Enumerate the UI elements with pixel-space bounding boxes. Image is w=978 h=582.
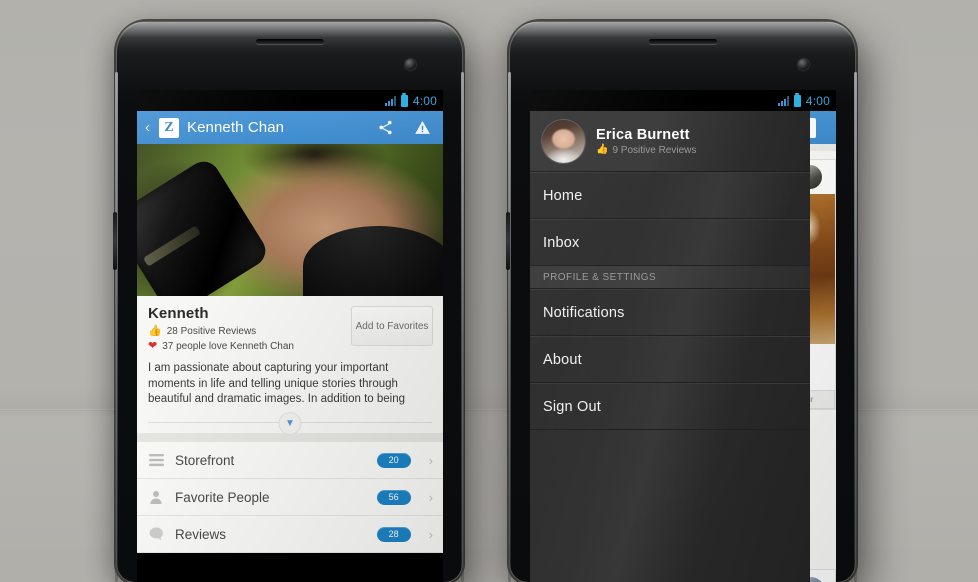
signal-bars-icon bbox=[384, 95, 396, 106]
expand-bio-control[interactable]: ▼ bbox=[137, 412, 443, 435]
phone-right-bezel bbox=[854, 72, 857, 582]
chevron-right-icon: › bbox=[428, 526, 433, 542]
positive-reviews-text: 28 Positive Reviews bbox=[166, 326, 257, 337]
list-item-label: Storefront bbox=[175, 452, 235, 468]
left-status-bar: 4:00 bbox=[137, 90, 443, 111]
front-camera-icon bbox=[405, 59, 416, 70]
right-phone-device: 4:00 ‹ Z 1 (1 Pur bbox=[506, 22, 857, 582]
front-camera-icon bbox=[798, 59, 809, 70]
app-logo-icon[interactable]: Z bbox=[159, 117, 179, 138]
list-lines-icon bbox=[147, 453, 165, 467]
earpiece-speaker bbox=[648, 39, 717, 44]
share-icon[interactable] bbox=[377, 119, 394, 136]
battery-icon bbox=[400, 92, 408, 107]
camera-lens-shape bbox=[137, 155, 272, 296]
chevron-right-icon: › bbox=[428, 489, 433, 505]
page-title: Kenneth Chan bbox=[187, 119, 285, 136]
drawer-item-inbox[interactable]: Inbox bbox=[530, 219, 810, 266]
chevron-left-icon[interactable]: ‹ bbox=[145, 120, 151, 135]
subject-shoulder-shape bbox=[303, 226, 443, 296]
drawer-item-notifications[interactable]: Notifications bbox=[530, 289, 810, 336]
chevron-down-icon[interactable]: ▼ bbox=[278, 412, 302, 435]
list-item-label: Favorite People bbox=[175, 489, 270, 505]
status-clock: 4:00 bbox=[805, 93, 830, 108]
navigation-drawer: Erica Burnett 👍 9 Positive Reviews Home … bbox=[530, 111, 810, 582]
comment-bubble-icon bbox=[147, 527, 165, 541]
status-badge: 56 bbox=[376, 489, 411, 505]
battery-icon bbox=[793, 92, 801, 107]
right-phone-screen: 4:00 ‹ Z 1 (1 Pur bbox=[530, 90, 836, 582]
list-item-label: Reviews bbox=[175, 526, 227, 542]
phone-glass-highlight bbox=[117, 22, 462, 48]
left-action-bar: ‹ Z Kenneth Chan bbox=[137, 111, 443, 144]
phone-right-bezel bbox=[461, 72, 464, 582]
loves-text: 37 people love Kenneth Chan bbox=[162, 341, 294, 352]
earpiece-speaker bbox=[255, 39, 324, 44]
phone-left-bezel bbox=[508, 72, 511, 582]
drawer-user-name: Erica Burnett bbox=[596, 126, 690, 143]
profile-hero-image bbox=[137, 144, 443, 296]
drawer-user-header[interactable]: Erica Burnett 👍 9 Positive Reviews bbox=[530, 111, 810, 172]
add-to-favorites-button[interactable]: Add to Favorites bbox=[351, 306, 433, 346]
volume-button[interactable] bbox=[113, 212, 117, 270]
profile-menu-list: Storefront 20 › Favorite People 56 › Rev… bbox=[137, 442, 443, 553]
list-item-reviews[interactable]: Reviews 28 › bbox=[137, 516, 443, 553]
status-clock: 4:00 bbox=[412, 93, 437, 108]
drawer-user-reviews-row: 👍 9 Positive Reviews bbox=[596, 145, 696, 156]
thumbs-up-icon: 👍 bbox=[148, 325, 162, 337]
volume-button[interactable] bbox=[506, 212, 510, 270]
signal-bars-icon bbox=[777, 95, 789, 106]
avatar[interactable] bbox=[542, 119, 585, 163]
left-phone-screen: 4:00 ‹ Z Kenneth Chan Kenneth 👍 28 Posit… bbox=[137, 90, 443, 582]
phone-left-bezel bbox=[115, 72, 118, 582]
list-item-storefront[interactable]: Storefront 20 › bbox=[137, 442, 443, 479]
chevron-right-icon: › bbox=[428, 452, 433, 468]
left-phone-device: 4:00 ‹ Z Kenneth Chan Kenneth 👍 28 Posit… bbox=[113, 22, 464, 582]
profile-bio: I am passionate about capturing your imp… bbox=[148, 362, 405, 405]
drawer-item-sign-out[interactable]: Sign Out bbox=[530, 383, 810, 430]
status-badge: 20 bbox=[376, 452, 411, 468]
list-item-favorite-people[interactable]: Favorite People 56 › bbox=[137, 479, 443, 516]
warning-triangle-icon[interactable] bbox=[414, 119, 431, 136]
drawer-section-header: PROFILE & SETTINGS bbox=[530, 266, 810, 289]
profile-card: Kenneth 👍 28 Positive Reviews ❤ 37 peopl… bbox=[137, 296, 443, 435]
status-badge: 28 bbox=[376, 526, 411, 542]
right-status-bar: 4:00 bbox=[530, 90, 836, 111]
drawer-item-about[interactable]: About bbox=[530, 336, 810, 383]
heart-icon: ❤ bbox=[148, 340, 158, 352]
thumbs-up-icon: 👍 bbox=[596, 144, 609, 155]
drawer-user-reviews: 9 Positive Reviews bbox=[612, 144, 697, 156]
drawer-item-home[interactable]: Home bbox=[530, 172, 810, 219]
phone-glass-highlight bbox=[510, 22, 855, 48]
person-icon bbox=[147, 490, 165, 504]
